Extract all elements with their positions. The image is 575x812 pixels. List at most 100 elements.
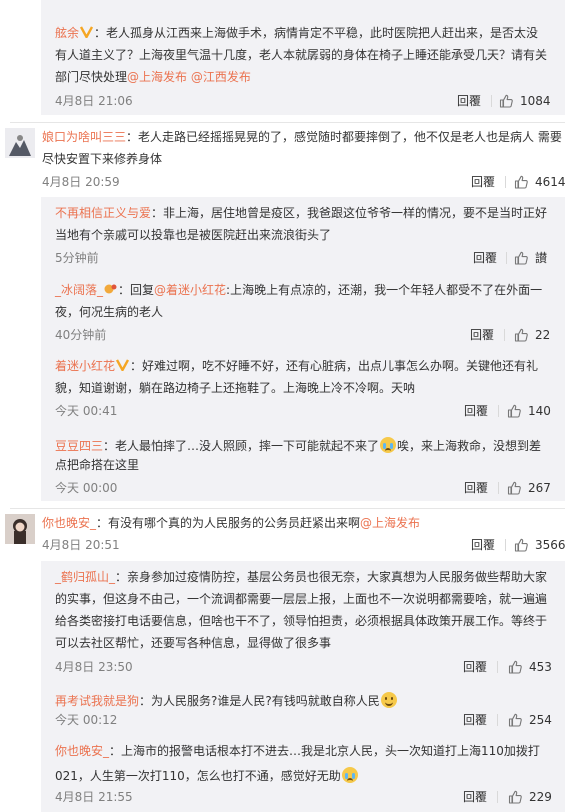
like-count: 讃 (535, 251, 548, 265)
comment-text-line: 你也晚安_：有没有哪个真的为人民服务的公务员赶紧出来啊@上海发布 (42, 516, 421, 530)
thumbs-up-icon (514, 251, 528, 265)
reply-text-line: 021，人生第一次打110，怎么也打不通，感觉好无助 (55, 764, 359, 785)
reply-button[interactable]: 回覆 (471, 174, 495, 190)
crying-emoji-icon (380, 437, 397, 453)
reply-button[interactable]: 回覆 (473, 250, 497, 266)
like-button[interactable]: 22 (514, 327, 550, 343)
comment-divider (10, 122, 565, 123)
reply-time: 40分钟前 (55, 328, 107, 342)
comment-time: 4月8日 20:59 (42, 175, 120, 189)
reply-time: 今天 00:00 (55, 481, 118, 495)
thumbs-up-icon (508, 790, 522, 804)
reply-button[interactable]: 回覆 (463, 659, 487, 675)
like-button[interactable]: 254 (508, 712, 552, 728)
like-button[interactable]: 140 (507, 403, 551, 419)
reply-text-line: 当地有个亲戚可以投靠也是被医院赶出来流浪街头了 (55, 228, 332, 242)
reply-text-line: 夜，何况生病的老人 (55, 305, 164, 319)
separator (504, 329, 505, 341)
comment-username[interactable]: 娘口为啥叫三三 (42, 130, 126, 144)
thumbs-up-icon (514, 175, 528, 189)
separator (498, 482, 499, 494)
like-count: 453 (529, 660, 552, 674)
reply-username[interactable]: _冰阔落_ (55, 283, 103, 297)
separator (497, 661, 498, 673)
reply-username[interactable]: _鹤归孤山_ (55, 570, 115, 584)
mention-link[interactable]: @着迷小红花 (154, 283, 226, 297)
reply-text-line: 豆豆四三：老人最怕摔了…没人照顾，摔一下可能就起不来了 唉，来上海救命，没想到差 (55, 437, 542, 453)
reply-text-line: 着迷小红花 ：好难过啊，吃不好睡不好，还有心脏病，出点儿事怎么办啊。关键他还有礼 (55, 359, 539, 373)
reply-text-line: 不再相信正义与爱：非上海，居住地曾是疫区，我爸跟这位爷爷一样的情况，要不是当时正… (55, 206, 548, 220)
like-count: 4614 (535, 175, 566, 189)
reply-text-line: 可以去社区帮忙，还要写各种信息，显得做了很多事 (55, 636, 332, 650)
separator (497, 714, 498, 726)
verified-badge-icon (116, 359, 130, 371)
reply-text-line: 你也晚安_：上海市的报警电话根本打不进去…我是北京人民，头一次知道打上海110加… (55, 744, 540, 758)
mention-link[interactable]: @上海发布 (127, 70, 187, 84)
thumbs-up-icon (499, 94, 513, 108)
reply-button[interactable]: 回覆 (463, 712, 487, 728)
mention-link[interactable]: @上海发布 (360, 516, 420, 530)
like-count: 140 (528, 404, 551, 418)
reply-text-line: _鹤归孤山_：亲身参加过疫情防控，基层公务员也很无奈，大家真想为人民服务做些帮助… (55, 570, 548, 584)
like-count: 267 (528, 481, 551, 495)
like-count: 1084 (520, 94, 551, 108)
thumbs-up-icon (507, 404, 521, 418)
like-button[interactable]: 讃 (514, 250, 547, 266)
avatar[interactable] (5, 128, 35, 158)
reply-time: 4月8日 21:55 (55, 790, 133, 804)
like-button[interactable]: 1084 (499, 93, 551, 109)
reply-text-line: 舷余 ：老人孤身从江西来上海做手术，病情肯定不平稳，此时医院把人赶出来，是否太没 (55, 26, 539, 40)
like-button[interactable]: 229 (508, 789, 552, 805)
like-count: 229 (529, 790, 552, 804)
reply-time: 今天 00:12 (55, 713, 118, 727)
like-count: 3566 (535, 538, 566, 552)
thumbs-up-icon (514, 328, 528, 342)
reply-username[interactable]: 你也晚安_ (55, 744, 109, 758)
reply-button[interactable]: 回覆 (464, 480, 488, 496)
reply-text-line: 貌，知道谢谢，躺在路边椅子上还拖鞋了。上海晚上冷不冷啊。天呐 (55, 381, 416, 395)
thumbs-up-icon (514, 538, 528, 552)
like-count: 254 (529, 713, 552, 727)
reply-username[interactable]: 舷余 (55, 26, 79, 40)
smile-emoji-icon (380, 692, 397, 708)
reply-username[interactable]: 再考试我就是狗 (55, 694, 139, 708)
like-button[interactable]: 4614 (514, 174, 566, 190)
comment-username[interactable]: 你也晚安_ (42, 516, 96, 530)
reply-text-line: 有人道主义了？上海夜里气温十几度，老人本就孱弱的身体在椅子上睡还能承受几天？请有… (55, 48, 548, 62)
member-badge-icon (104, 284, 117, 294)
reply-text-line: 再考试我就是狗：为人民服务?谁是人民?有钱吗就敢自称人民 (55, 689, 398, 710)
reply-button[interactable]: 回覆 (463, 789, 487, 805)
reply-button[interactable]: 回覆 (457, 93, 481, 109)
reply-button[interactable]: 回覆 (464, 403, 488, 419)
reply-text-line: 的实事，但这身不由己，一个流调都需要一层层上报，上面也不一次说明都需要啥，就一遍… (55, 592, 548, 606)
comment-text-line: 娘口为啥叫三三：老人走路已经摇摇晃晃的了，感觉随时都要摔倒了，他不仅是老人也是病… (42, 130, 562, 144)
comment-time: 4月8日 20:51 (42, 538, 120, 552)
reply-text-line: 给各类密接打电话要信息，但啥也干不了，领导怕担责，必须根据具体政策开展工作。等终… (55, 614, 548, 628)
thumbs-up-icon (507, 481, 521, 495)
separator (498, 405, 499, 417)
reply-text-line: 点把命搭在这里 (55, 458, 140, 472)
reply-time: 5分钟前 (55, 251, 99, 265)
reply-username[interactable]: 不再相信正义与爱 (55, 206, 151, 220)
reply-text-line: 部门尽快处理@上海发布 @江西发布 (55, 70, 251, 84)
reply-time: 4月8日 21:06 (55, 94, 133, 108)
like-button[interactable]: 3566 (514, 537, 566, 553)
separator (505, 176, 506, 188)
mention-link[interactable]: @江西发布 (191, 70, 251, 84)
avatar[interactable] (5, 514, 35, 544)
comment-text-line: 尽快安置下来修养身体 (42, 152, 163, 166)
separator (505, 539, 506, 551)
comment-divider (10, 508, 565, 509)
thumbs-up-icon (508, 660, 522, 674)
thumbs-up-icon (508, 713, 522, 727)
reply-time: 今天 00:41 (55, 404, 118, 418)
reply-username[interactable]: 豆豆四三 (55, 439, 103, 453)
reply-button[interactable]: 回覆 (471, 537, 495, 553)
separator (491, 95, 492, 107)
reply-username[interactable]: 着迷小红花 (55, 359, 115, 373)
like-button[interactable]: 267 (507, 480, 551, 496)
separator (497, 791, 498, 803)
like-button[interactable]: 453 (508, 659, 552, 675)
reply-time: 4月8日 23:50 (55, 660, 133, 674)
reply-button[interactable]: 回覆 (470, 327, 494, 343)
